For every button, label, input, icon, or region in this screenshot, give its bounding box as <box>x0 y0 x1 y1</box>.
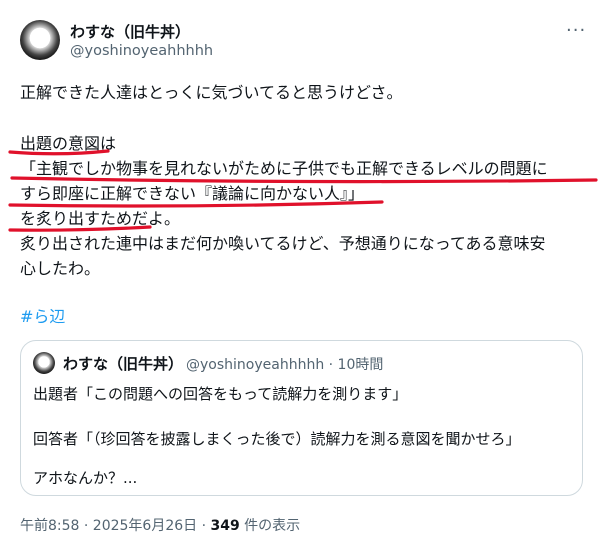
tweet-line: 正解できた人達はとっくに気づいてると思うけどさ。 <box>20 83 403 102</box>
quote-avatar <box>33 352 55 374</box>
author-display-name[interactable]: わすな（旧牛丼） <box>70 21 190 42</box>
author-handle[interactable]: @yoshinoyeahhhhh <box>70 43 213 59</box>
quote-line: 出題者「この問題への回答をもって読解力を測ります」 <box>33 385 408 403</box>
tweet-line: すら即座に正解できない『議論に向かない人』」 <box>20 184 365 203</box>
quote-meta: @yoshinoyeahhhhh · 10時間 <box>186 357 384 373</box>
quote-display-name: わすな（旧牛丼） <box>63 355 184 373</box>
post-timestamp[interactable]: 午前8:58 · 2025年6月26日 · <box>20 518 211 534</box>
more-horizontal-icon[interactable]: ··· <box>566 22 586 40</box>
tweet-line: を炙り出すためだよ。 <box>20 209 181 228</box>
views-label: 件の表示 <box>239 518 301 534</box>
avatar[interactable] <box>20 20 60 60</box>
quote-line: 回答者「（珍回答を披露しまくった後で）読解力を測る意図を聞かせろ」 <box>33 430 521 448</box>
post-footer: 午前8:58 · 2025年6月26日 · 349 件の表示 <box>20 515 300 535</box>
tweet-line: 「主観でしか物事を見れないがために子供でも正解できるレベルの問題に <box>20 159 548 178</box>
post: わすな（旧牛丼） @yoshinoyeahhhhh ··· 正解できた人達はとっ… <box>0 0 611 560</box>
tweet-line: 心したわ。 <box>20 259 101 278</box>
hashtag-link[interactable]: #ら辺 <box>20 303 65 327</box>
views-count: 349 <box>210 518 240 534</box>
tweet-line: 出題の意図は <box>20 134 117 153</box>
quote-line: アホなんか？... <box>33 469 138 487</box>
tweet-line: 炙り出された連中はまだ何か喚いてるけど、予想通りになってある意味安 <box>20 234 546 253</box>
quoted-tweet[interactable]: わすな（旧牛丼） @yoshinoyeahhhhh · 10時間 出題者「この問… <box>20 340 583 496</box>
tweet-text: 正解できた人達はとっくに気づいてると思うけどさ。 出題の意図は 「主観でしか物事… <box>20 80 595 281</box>
